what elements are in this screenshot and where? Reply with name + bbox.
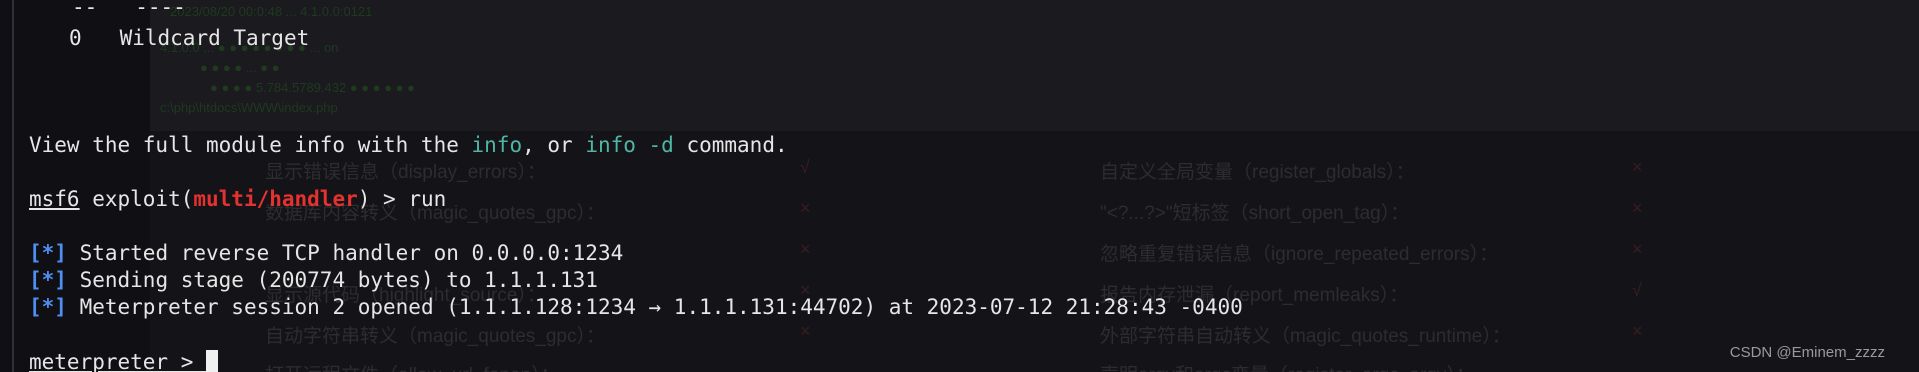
background-row5-left: 自动字符串转义（magic_quotes_gpc）： xyxy=(265,326,605,347)
status-line-handler: [*] Started reverse TCP handler on 0.0.0… xyxy=(29,240,623,266)
target-row: 0 Wildcard Target xyxy=(69,25,309,51)
terminal-cursor[interactable] xyxy=(206,350,219,372)
msf-prompt-line: msf6 exploit(multi/handler) > run xyxy=(29,186,446,212)
background-window-panel xyxy=(150,0,1919,132)
status-text: Meterpreter session 2 opened (1.1.1.128:… xyxy=(66,295,1243,319)
target-index: 0 xyxy=(69,26,82,50)
status-marker: [*] xyxy=(29,295,67,319)
msf-prompt-label: msf6 xyxy=(29,187,80,211)
header-name-dashes: ---- xyxy=(135,0,186,19)
info-detail-command: info -d xyxy=(585,133,674,157)
background-row6-left: 打开远程文件（allow_url_fopen）： xyxy=(265,360,560,372)
msf-prompt-close: ) > xyxy=(357,187,409,211)
status-line-stage: [*] Sending stage (200774 bytes) to 1.1.… xyxy=(29,267,598,293)
background-x: × xyxy=(1632,198,1643,218)
background-x: × xyxy=(1632,239,1643,259)
background-check: √ xyxy=(1632,280,1642,300)
background-row1-left: 显示错误信息（display_errors）： xyxy=(265,162,546,183)
info-hint-line: View the full module info with the info,… xyxy=(29,132,788,158)
window-left-border xyxy=(12,0,14,372)
background-ghost-text: 2023/08/20 00:0:48 ... 4.1.0.0:0121 xyxy=(170,4,373,19)
background-check: √ xyxy=(800,157,810,177)
msf-module-name: multi/handler xyxy=(193,187,358,211)
background-x: × xyxy=(1632,321,1643,341)
msf-prompt-exploit: exploit( xyxy=(79,187,194,211)
info-hint-mid: , or xyxy=(522,133,586,157)
terminal-window: 2023/08/20 00:0:48 ... 4.1.0.0:0121 4.1.… xyxy=(0,0,1919,372)
info-command: info xyxy=(471,133,523,157)
background-ghost-text: ● ● ● ● ... ● ● xyxy=(200,60,280,75)
msf-command: run xyxy=(408,187,447,211)
background-row2-right: "<?...?>"短标签（short_open_tag）： xyxy=(1100,203,1410,224)
header-id-dashes: -- xyxy=(72,0,98,19)
background-ghost-path: c:\php\htdocs\WWW\index.php xyxy=(160,100,338,115)
background-row6-right: 声明argv和argc变量（register_argc_argv）： xyxy=(1100,360,1475,372)
status-text: Started reverse TCP handler on 0.0.0.0:1… xyxy=(66,241,624,265)
info-hint-prefix: View the full module info with the xyxy=(29,133,472,157)
background-row1-right: 自定义全局变量（register_globals）： xyxy=(1100,162,1415,183)
status-line-session: [*] Meterpreter session 2 opened (1.1.1.… xyxy=(29,294,1243,320)
background-row5-right: 外部字符串自动转义（magic_quotes_runtime）： xyxy=(1100,326,1511,347)
meterpreter-prompt-line[interactable]: meterpreter > xyxy=(29,349,219,372)
info-hint-suffix: command. xyxy=(673,133,788,157)
background-ghost-text: ● ● ● ● 5.784.5789.432 ● ● ● ● ● ● xyxy=(210,80,416,95)
target-name: Wildcard Target xyxy=(119,26,310,50)
background-x: × xyxy=(800,239,811,259)
background-row3-right: 忽略重复错误信息（ignore_repeated_errors）： xyxy=(1100,244,1499,265)
background-x: × xyxy=(800,321,811,341)
status-marker: [*] xyxy=(29,268,67,292)
target-header-row: -- ---- xyxy=(72,0,186,20)
status-marker: [*] xyxy=(29,241,67,265)
meterpreter-prompt: meterpreter > xyxy=(29,350,207,372)
background-x: × xyxy=(1632,157,1643,177)
watermark: CSDN @Eminem_zzzz xyxy=(1729,344,1885,361)
background-x: × xyxy=(800,198,811,218)
status-text: Sending stage (200774 bytes) to 1.1.1.13… xyxy=(66,268,598,292)
